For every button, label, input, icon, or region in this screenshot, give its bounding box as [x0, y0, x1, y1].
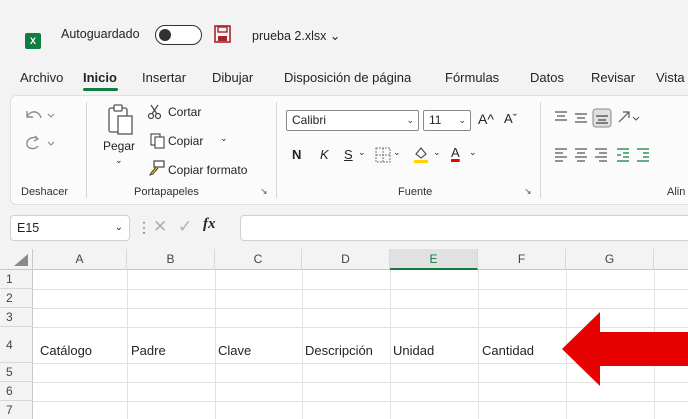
redo-icon[interactable] [22, 134, 56, 152]
chevron-down-icon[interactable]: ⌄ [469, 147, 477, 158]
grid-line [127, 270, 128, 419]
paste-label[interactable]: Pegar [103, 139, 135, 153]
row-header-5[interactable]: 5 [0, 363, 33, 382]
group-label-alineacion: Alin [667, 186, 686, 198]
name-box[interactable]: E15 ⌄ [10, 215, 130, 241]
column-header-g[interactable]: G [566, 249, 654, 270]
row-header-1[interactable]: 1 [0, 270, 33, 289]
group-label-deshacer: Deshacer [21, 186, 69, 198]
save-icon[interactable] [214, 25, 231, 43]
cell-e4[interactable]: Unidad [393, 341, 434, 360]
active-tab-indicator [83, 88, 118, 91]
tab-disposicion[interactable]: Disposición de página [284, 70, 411, 85]
tab-insertar[interactable]: Insertar [142, 70, 186, 85]
bold-button[interactable]: N [292, 147, 301, 162]
cell-a4[interactable]: Catálogo [40, 341, 92, 360]
row-header-7[interactable]: 7 [0, 401, 33, 419]
tab-archivo[interactable]: Archivo [20, 70, 63, 85]
group-separator [540, 102, 541, 198]
format-painter-button[interactable]: Copiar formato [168, 163, 247, 177]
chevron-down-icon: ⌄ [458, 115, 466, 125]
column-header-f[interactable]: F [478, 249, 566, 270]
format-painter-icon [149, 160, 165, 176]
font-name-select[interactable]: Calibri ⌄ [286, 110, 419, 131]
column-header-e[interactable]: E [390, 249, 478, 270]
chevron-down-icon: ⌄ [114, 222, 123, 233]
autosave-toggle[interactable] [155, 25, 202, 45]
undo-icon[interactable] [22, 106, 56, 124]
tab-inicio[interactable]: Inicio [83, 70, 117, 85]
cell-d4[interactable]: Descripción [305, 341, 373, 360]
borders-icon[interactable] [375, 147, 391, 163]
grid-line [33, 308, 688, 309]
chevron-down-icon[interactable]: ⌄ [433, 147, 441, 158]
group-separator [86, 102, 87, 198]
column-header-partial[interactable] [654, 249, 688, 270]
tab-datos[interactable]: Datos [530, 70, 564, 85]
cancel-icon[interactable]: ✕ [153, 217, 167, 237]
paste-icon[interactable] [106, 103, 136, 137]
group-label-fuente: Fuente [398, 186, 433, 198]
grid-line [33, 289, 688, 290]
chevron-down-icon[interactable]: ⌄ [358, 147, 366, 158]
font-name-value: Calibri [292, 113, 327, 127]
group-separator [276, 102, 277, 198]
enter-icon[interactable]: ✓ [178, 217, 192, 237]
cell-c4[interactable]: Clave [218, 341, 251, 360]
name-box-value: E15 [17, 221, 40, 235]
column-header-d[interactable]: D [302, 249, 390, 270]
fill-color-icon[interactable] [413, 145, 429, 163]
font-launcher-icon[interactable]: ↘ [524, 186, 532, 197]
cell-b4[interactable]: Padre [131, 341, 166, 360]
tab-formulas[interactable]: Fórmulas [445, 70, 499, 85]
autosave-label: Autoguardado [61, 27, 140, 41]
copy-icon [150, 133, 165, 149]
vertical-alignment-icons[interactable] [553, 108, 683, 128]
font-size-value: 11 [429, 113, 442, 127]
column-header-b[interactable]: B [127, 249, 215, 270]
tab-vista[interactable]: Vista [656, 70, 685, 85]
font-color-button[interactable]: A [451, 145, 460, 160]
grid-line [215, 270, 216, 419]
grid-line [390, 270, 391, 419]
underline-button[interactable]: S [344, 147, 353, 162]
filename-dropdown[interactable]: prueba 2.xlsx ⌄ [252, 28, 340, 43]
row-header-6[interactable]: 6 [0, 382, 33, 401]
toggle-knob [159, 29, 171, 41]
shrink-font-button[interactable]: Aˇ [504, 111, 517, 126]
insert-function-button[interactable]: fx [203, 216, 216, 233]
paste-dropdown-arrow[interactable]: ⌄ [115, 155, 123, 166]
column-header-a[interactable]: A [33, 249, 127, 270]
grid-line [33, 401, 688, 402]
scissors-icon [147, 104, 162, 120]
italic-button[interactable]: K [320, 147, 329, 162]
tab-dibujar[interactable]: Dibujar [212, 70, 253, 85]
cut-button[interactable]: Cortar [168, 105, 201, 119]
tab-revisar[interactable]: Revisar [591, 70, 635, 85]
excel-app-icon: X [25, 33, 41, 49]
select-all-triangle-icon [14, 254, 28, 266]
copy-dropdown-arrow[interactable]: ⌄ [220, 133, 228, 144]
formula-input[interactable] [240, 215, 688, 241]
clipboard-launcher-icon[interactable]: ↘ [260, 186, 268, 197]
chevron-down-icon[interactable]: ⌄ [393, 147, 401, 158]
chevron-down-icon: ⌄ [406, 115, 414, 125]
grid-line [302, 270, 303, 419]
row-header-2[interactable]: 2 [0, 289, 33, 308]
grow-font-button[interactable]: A^ [478, 111, 494, 127]
font-size-select[interactable]: 11 ⌄ [423, 110, 471, 131]
group-label-portapapeles: Portapapeles [134, 186, 199, 198]
grid-line [478, 270, 479, 419]
row-header-3[interactable]: 3 [0, 308, 33, 327]
cell-f4[interactable]: Cantidad [482, 341, 534, 360]
red-arrow-icon [562, 312, 688, 386]
row-header-4[interactable]: 4 [0, 327, 33, 363]
more-options-icon[interactable]: ⋮ [137, 219, 151, 236]
copy-button[interactable]: Copiar [168, 134, 203, 148]
column-header-c[interactable]: C [215, 249, 302, 270]
select-all-corner[interactable] [0, 249, 33, 270]
horizontal-alignment-icons[interactable] [553, 145, 683, 165]
